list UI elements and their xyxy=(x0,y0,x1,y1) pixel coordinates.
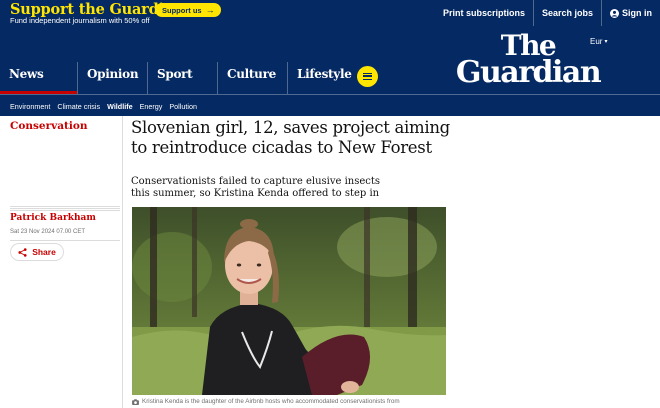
subnav-environment[interactable]: Environment xyxy=(10,102,50,111)
author-byline[interactable]: Patrick Barkham xyxy=(10,213,96,223)
sub-nav: Environment Climate crisis Wildlife Ener… xyxy=(0,94,660,116)
pillar-sport[interactable]: Sport xyxy=(148,62,218,94)
subnav-climate-crisis[interactable]: Climate crisis xyxy=(57,102,100,111)
subnav-wildlife[interactable]: Wildlife xyxy=(107,102,133,111)
pillar-label: Lifestyle xyxy=(297,67,352,81)
pillar-label: News xyxy=(9,67,44,81)
meta-divider xyxy=(10,206,120,211)
account-icon xyxy=(610,8,619,18)
article-main-image[interactable] xyxy=(132,207,446,395)
subnav-energy[interactable]: Energy xyxy=(140,102,163,111)
subnav-pollution[interactable]: Pollution xyxy=(169,102,197,111)
arrow-right-icon: → xyxy=(205,4,215,15)
photo-illustration xyxy=(132,207,446,395)
article-headline: Slovenian girl, 12, saves project aiming… xyxy=(131,118,450,157)
support-subtitle: Fund independent journalism with 50% off xyxy=(10,16,150,25)
publish-date: Sat 23 Nov 2024 07.00 CET xyxy=(10,229,86,235)
sign-in-label: Sign in xyxy=(622,8,652,18)
sign-in-link[interactable]: Sign in xyxy=(601,0,660,26)
search-jobs-link[interactable]: Search jobs xyxy=(532,0,601,26)
article-standfirst: Conservationists failed to capture elusi… xyxy=(131,176,381,199)
pillar-label: Opinion xyxy=(87,67,139,81)
share-label: Share xyxy=(32,247,56,257)
print-subscriptions-link[interactable]: Print subscriptions xyxy=(435,0,533,26)
caption-text: Kristina Kenda is the daughter of the Ai… xyxy=(142,398,400,405)
column-divider xyxy=(122,116,123,408)
support-bar: Support the Guardian Fund independent jo… xyxy=(0,0,660,30)
pillar-label: Sport xyxy=(157,67,193,81)
logo-line-guardian: Guardian xyxy=(455,54,602,90)
guardian-logo[interactable]: The Guardian xyxy=(443,32,613,90)
section-label[interactable]: Conservation xyxy=(10,120,88,132)
camera-icon xyxy=(132,398,139,405)
hamburger-icon xyxy=(363,73,372,80)
top-links: Print subscriptions Search jobs Sign in xyxy=(435,0,660,30)
share-icon xyxy=(18,247,27,257)
share-button[interactable]: Share xyxy=(10,243,64,261)
pillar-culture[interactable]: Culture xyxy=(218,62,288,94)
pillar-label: Culture xyxy=(227,67,276,81)
pillar-news[interactable]: News xyxy=(0,62,78,94)
pillar-lifestyle[interactable]: Lifestyle xyxy=(288,62,358,94)
pillar-opinion[interactable]: Opinion xyxy=(78,62,148,94)
meta-separator xyxy=(10,240,120,241)
support-us-button[interactable]: Support us → xyxy=(155,3,221,17)
menu-button[interactable] xyxy=(357,66,378,87)
image-caption: Kristina Kenda is the daughter of the Ai… xyxy=(132,398,462,405)
pillar-nav: News Opinion Sport Culture Lifestyle xyxy=(0,62,358,94)
support-us-label: Support us xyxy=(162,5,202,15)
